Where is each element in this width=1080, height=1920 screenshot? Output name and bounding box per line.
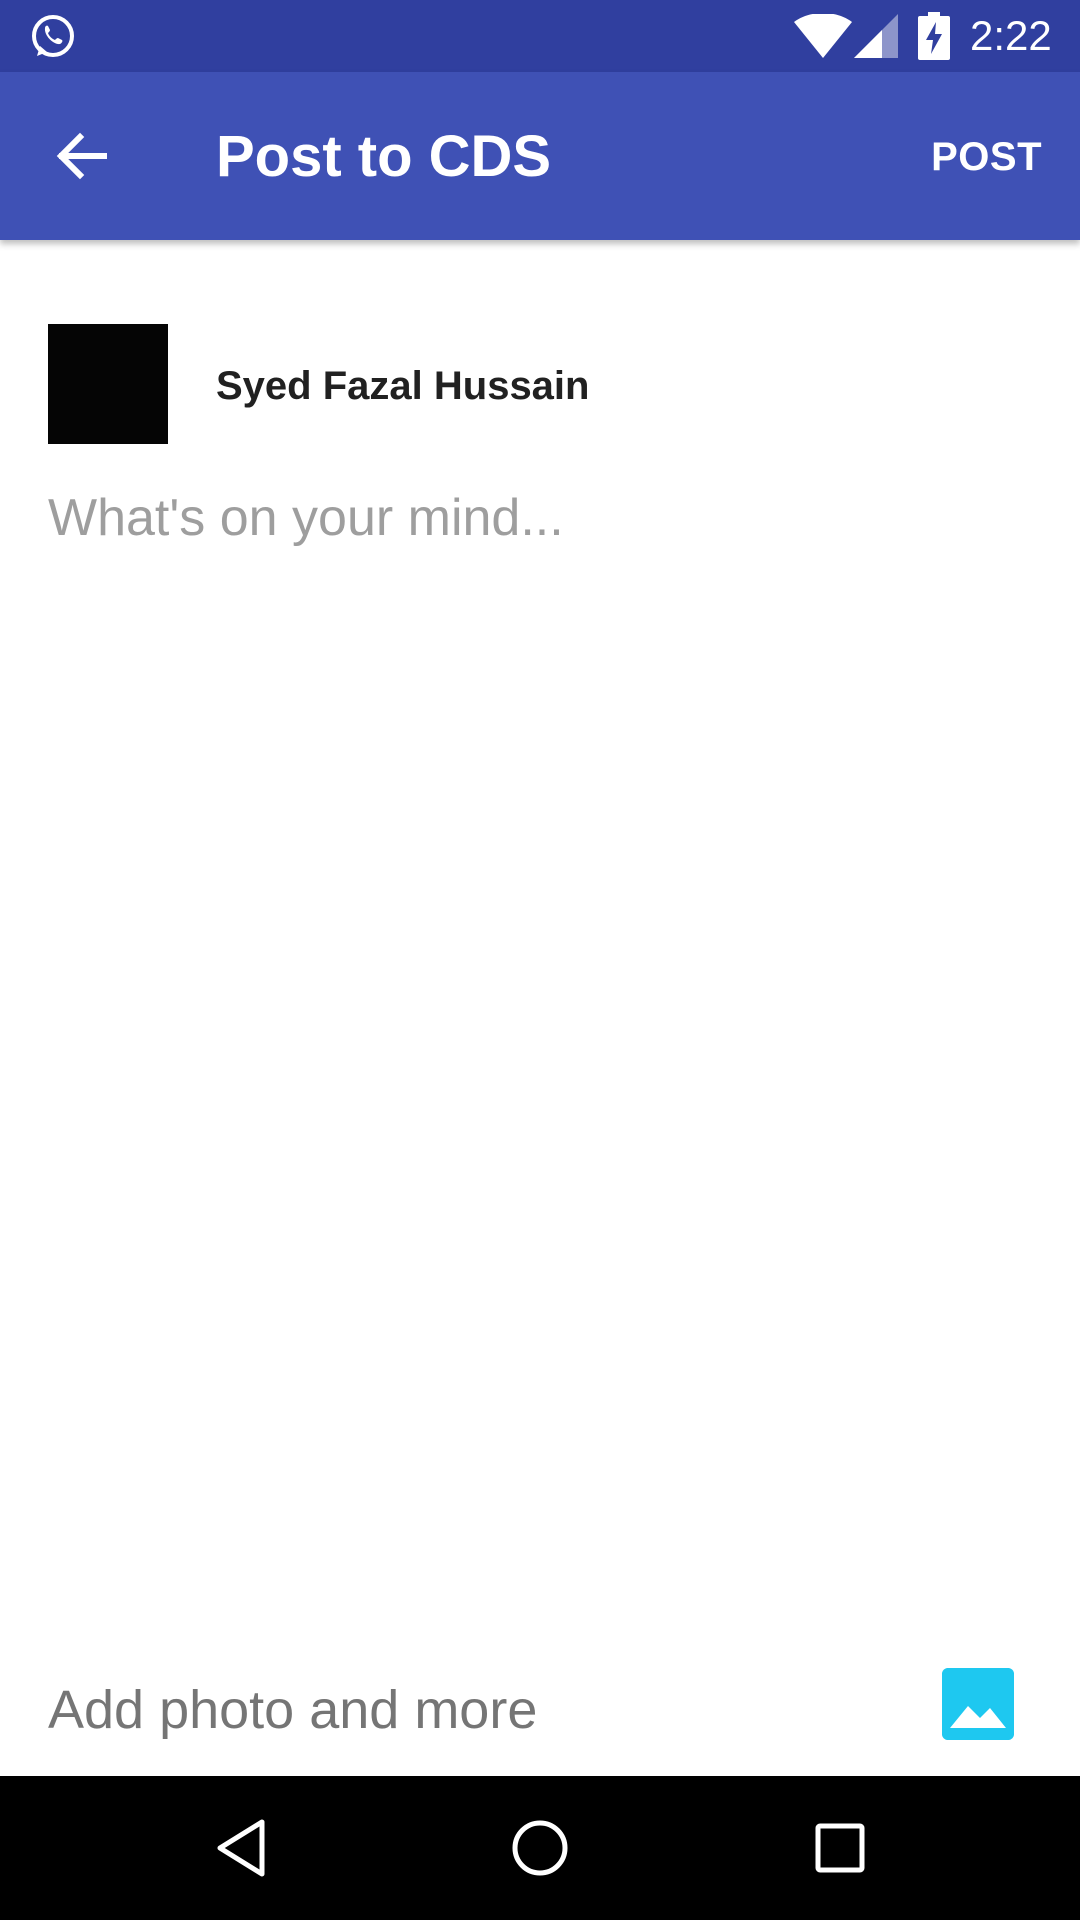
photo-icon[interactable] — [942, 1668, 1014, 1740]
nav-home-icon[interactable] — [504, 1812, 576, 1884]
post-button[interactable]: POST — [931, 132, 1042, 182]
app-bar: Post to CDS POST — [0, 72, 1080, 240]
cell-signal-icon — [854, 14, 898, 58]
wifi-icon — [794, 14, 852, 58]
navigation-bar — [0, 1776, 1080, 1920]
whatsapp-icon — [32, 15, 74, 57]
post-text-input[interactable] — [48, 480, 1038, 1580]
battery-charging-icon — [918, 12, 950, 60]
page-title: Post to CDS — [216, 124, 552, 189]
status-bar: 2:22 — [0, 0, 1080, 72]
nav-back-icon[interactable] — [206, 1812, 278, 1884]
add-photo-label: Add photo and more — [48, 1680, 538, 1740]
arrow-back-icon[interactable] — [52, 126, 112, 186]
status-time: 2:22 — [970, 12, 1052, 59]
add-attachment-bar[interactable]: Add photo and more — [0, 1640, 1080, 1776]
author-row: Syed Fazal Hussain — [48, 324, 1048, 444]
author-name: Syed Fazal Hussain — [216, 364, 590, 408]
nav-recents-icon[interactable] — [804, 1812, 876, 1884]
avatar — [48, 324, 168, 444]
